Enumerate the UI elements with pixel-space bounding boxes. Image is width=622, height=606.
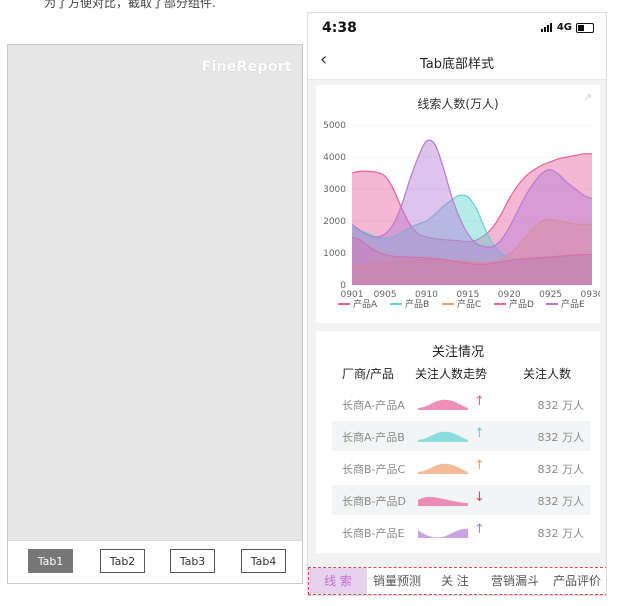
- arrow-up-icon: ↑: [474, 394, 485, 409]
- legend-label: 产品C: [457, 298, 481, 310]
- header-trend: 关注人数走势: [415, 367, 488, 381]
- finereport-logo: FineReport: [201, 59, 292, 75]
- x-tick-label: 0905: [374, 290, 397, 300]
- arrow-up-icon: ↑: [474, 426, 485, 441]
- phone-preview: 4:38 4G ‹ Tab底部样式 ↗ 线索人数(万人) 0 1000 2000 30…: [307, 12, 607, 596]
- table-row: 长商B-产品D ↓ 832 万人: [332, 485, 590, 515]
- designer-tab-1[interactable]: Tab1: [28, 549, 73, 573]
- row-value: 832 万人: [537, 463, 585, 476]
- row-value: 832 万人: [537, 495, 585, 508]
- x-tick-label: 0930: [581, 290, 600, 300]
- y-tick-label: 3000: [323, 185, 346, 195]
- row-name: 长商A-产品B: [342, 431, 405, 444]
- sparkline-area: [418, 399, 468, 410]
- status-bar: 4:38 4G: [308, 13, 606, 43]
- arrow-up-icon: ↑: [474, 458, 485, 473]
- header-vendor: 厂商/产品: [342, 367, 395, 381]
- arrow-down-icon: ↓: [474, 490, 485, 505]
- row-name: 长商B-产品E: [342, 527, 405, 540]
- top-caption: 为了方便对比，截取了部分组件.: [44, 0, 216, 10]
- trend-sparkline: [418, 496, 468, 506]
- row-value: 832 万人: [537, 527, 585, 540]
- row-value: 832 万人: [537, 431, 585, 444]
- page-title: Tab底部样式: [419, 57, 494, 72]
- x-tick-label: 0925: [539, 290, 562, 300]
- y-tick-label: 1000: [323, 249, 346, 259]
- legend-label: 产品A: [353, 298, 378, 310]
- row-name: 长商B-产品D: [342, 495, 406, 508]
- row-name: 长商A-产品A: [342, 399, 405, 412]
- trend-sparkline: [418, 463, 468, 474]
- signal-icon: [540, 23, 553, 32]
- designer-tab-2[interactable]: Tab2: [100, 549, 145, 573]
- sparkline-area: [418, 431, 468, 442]
- designer-preview: FineReport Tab1 Tab2 Tab3 Tab4: [7, 44, 303, 584]
- legend-label: 产品B: [405, 298, 429, 310]
- table-title: 关注情况: [431, 345, 484, 360]
- bottom-tab-bar: 线 索 销量预测 关 注 营销漏斗 产品评价: [308, 567, 606, 595]
- y-tick-label: 2000: [323, 217, 346, 227]
- sparkline-area: [418, 463, 468, 474]
- row-value: 832 万人: [537, 399, 585, 412]
- network-label: 4G: [556, 22, 572, 33]
- row-name: 长商B-产品C: [342, 463, 406, 476]
- header-count: 关注人数: [523, 367, 572, 381]
- sparkline-area: [418, 528, 468, 538]
- bottom-tab-clues[interactable]: 线 索: [309, 568, 367, 594]
- table-row: 长商B-产品C ↑ 832 万人: [332, 453, 590, 483]
- area-chart: 0100020003000400050000901 0905 0910 0915 092…: [323, 121, 600, 310]
- designer-tab-3[interactable]: Tab3: [170, 549, 215, 573]
- x-tick-label: 0910: [415, 290, 438, 300]
- bottom-tab-review[interactable]: 产品评价: [547, 568, 606, 594]
- legend-label: 产品E: [561, 298, 585, 310]
- nav-bar: ‹ Tab底部样式: [308, 43, 606, 80]
- follow-table-card: 关注情况 厂商/产品 关注人数走势 关注人数 长商A-产品A ↑ 832 万人 长商A…: [316, 331, 600, 553]
- trend-sparkline: [418, 528, 468, 538]
- bottom-tab-forecast[interactable]: 销量预测: [367, 568, 427, 594]
- sparkline-area: [418, 496, 468, 506]
- designer-tab-4[interactable]: Tab4: [241, 549, 286, 573]
- arrow-up-icon: ↑: [474, 522, 485, 537]
- x-tick-label: 0915: [456, 290, 479, 300]
- designer-tab-bar: Tab1 Tab2 Tab3 Tab4: [8, 540, 302, 583]
- table-row: 长商A-产品B ↑ 832 万人: [332, 421, 590, 451]
- chart-card: ↗ 线索人数(万人) 0 1000 2000 3000 4000 5000 0901 0905…: [316, 85, 600, 323]
- status-indicators: 4G: [540, 22, 594, 33]
- trend-sparkline: [418, 399, 468, 410]
- legend-label: 产品D: [509, 298, 534, 310]
- y-tick-label: 4000: [323, 153, 346, 163]
- x-tick-label: 0920: [498, 290, 521, 300]
- x-tick-label: 0901: [341, 290, 364, 300]
- bottom-tab-follow[interactable]: 关 注: [427, 568, 483, 594]
- status-time: 4:38: [322, 20, 357, 36]
- trend-sparkline: [418, 431, 468, 442]
- y-tick-label: 5000: [323, 121, 346, 131]
- battery-icon: [576, 22, 594, 33]
- table-row: 长商B-产品E ↑ 832 万人: [332, 517, 590, 547]
- bottom-tab-funnel[interactable]: 营销漏斗: [483, 568, 547, 594]
- table-row: 长商A-产品A ↑ 832 万人: [332, 389, 590, 419]
